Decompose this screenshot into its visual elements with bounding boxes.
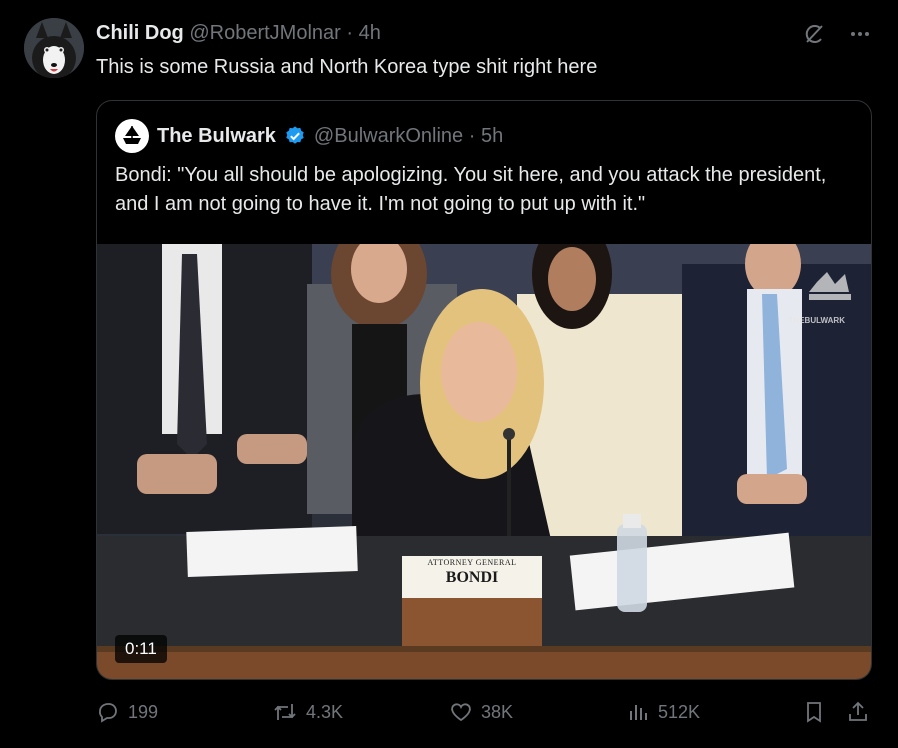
verified-icon — [286, 126, 304, 144]
nameplate: ATTORNEY GENERAL BONDI — [402, 558, 542, 587]
quote-text: Bondi: "You all should be apologizing. Y… — [115, 164, 827, 215]
nameplate-title: ATTORNEY GENERAL — [427, 558, 517, 567]
reply-button[interactable]: 199 — [96, 700, 158, 724]
reply-count: 199 — [128, 701, 159, 722]
views-button[interactable]: 512K — [626, 700, 700, 724]
top-actions — [800, 20, 874, 48]
repost-count: 4.3K — [306, 701, 344, 722]
bookmark-button[interactable] — [802, 700, 826, 724]
tweet-header: Chili Dog @RobertJMolnar · 4h — [96, 21, 381, 45]
quote-handle[interactable]: @BulwarkOnline — [314, 125, 463, 147]
more-icon[interactable] — [846, 20, 874, 48]
quote-author-name[interactable]: The Bulwark — [157, 125, 276, 148]
video-watermark: THEBULWARK — [788, 316, 845, 325]
share-icon — [849, 701, 867, 721]
reply-icon — [99, 703, 117, 723]
views-count: 512K — [658, 701, 701, 722]
quote-time[interactable]: 5h — [481, 125, 503, 147]
bulwark-avatar — [115, 119, 149, 153]
like-button[interactable]: 38K — [449, 700, 513, 724]
author-handle[interactable]: @RobertJMolnar — [189, 22, 340, 44]
quote-tweet-card[interactable]: The Bulwark @BulwarkOnline · 5h Bondi: "… — [96, 100, 872, 680]
quote-separator: · — [463, 124, 481, 147]
tweet-text: This is some Russia and North Korea type… — [96, 56, 598, 78]
author-name[interactable]: Chili Dog — [96, 22, 184, 44]
quote-header: The Bulwark @BulwarkOnline · 5h — [115, 119, 503, 153]
video-player[interactable]: ATTORNEY GENERAL BONDI THEBULWARK 0:11 — [97, 244, 871, 679]
action-bar: 199 4.3K 38K 512K — [96, 700, 876, 730]
share-button[interactable] — [846, 700, 870, 724]
repost-icon — [274, 704, 296, 720]
like-count: 38K — [481, 701, 514, 722]
repost-button[interactable]: 4.3K — [272, 700, 343, 724]
nameplate-name: BONDI — [445, 569, 499, 586]
video-frame — [97, 244, 871, 679]
husky-avatar-image — [24, 18, 84, 78]
views-icon — [630, 705, 647, 720]
author-avatar[interactable] — [24, 18, 84, 78]
video-duration: 0:11 — [115, 635, 167, 663]
grok-icon[interactable] — [800, 20, 828, 48]
tweet-time[interactable]: 4h — [359, 22, 381, 44]
bulwark-logo-icon — [123, 126, 141, 144]
header-separator: · — [340, 22, 359, 44]
bookmark-icon — [807, 702, 821, 723]
like-icon — [451, 703, 471, 722]
